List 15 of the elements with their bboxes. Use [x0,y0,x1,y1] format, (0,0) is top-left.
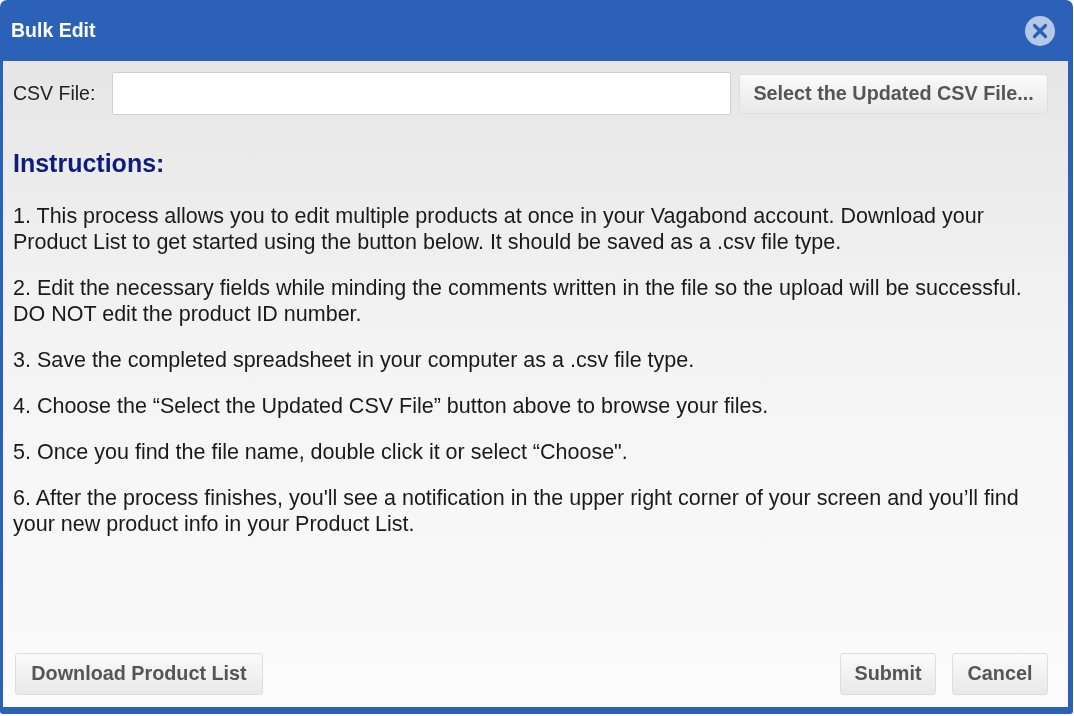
close-icon[interactable] [1025,15,1055,46]
instruction-text: 4. Choose the “Select the Updated CSV File” button above to browse your files. [13,392,770,419]
field-label: CSV File: [13,80,97,106]
instruction-text: 2. Edit the necessary fields while minding the comments written in the file so the upload will be successful. DO NOT edit the product ID number. [13,274,1023,327]
instruction-text: 3. Save the completed spreadsheet in your computer as a .csv file type. [13,346,696,373]
window-title: Bulk Edit [11,17,96,43]
select-csv-button[interactable]: Select the Updated CSV File... [739,73,1048,114]
instructions-heading: Instructions: [13,148,166,179]
instruction-text: 1. This process allows you to edit multiple products at once in your Vagabond account. Download your Product List to get started using the button below. It should be saved as a .csv file type. [13,202,985,255]
instruction-text: 5. Once you find the file name, double click it or select “Choose". [13,438,629,465]
dialog-button[interactable]: Submit [840,653,936,695]
dialog-button[interactable]: Cancel [952,653,1048,695]
download-button[interactable]: Download Product List [15,653,263,695]
instruction-text: 6. After the process finishes, you'll see a notification in the upper right corner of your screen and you’ll find your new product info in your Product List. [13,484,1020,537]
csv-file-input[interactable] [111,72,732,115]
